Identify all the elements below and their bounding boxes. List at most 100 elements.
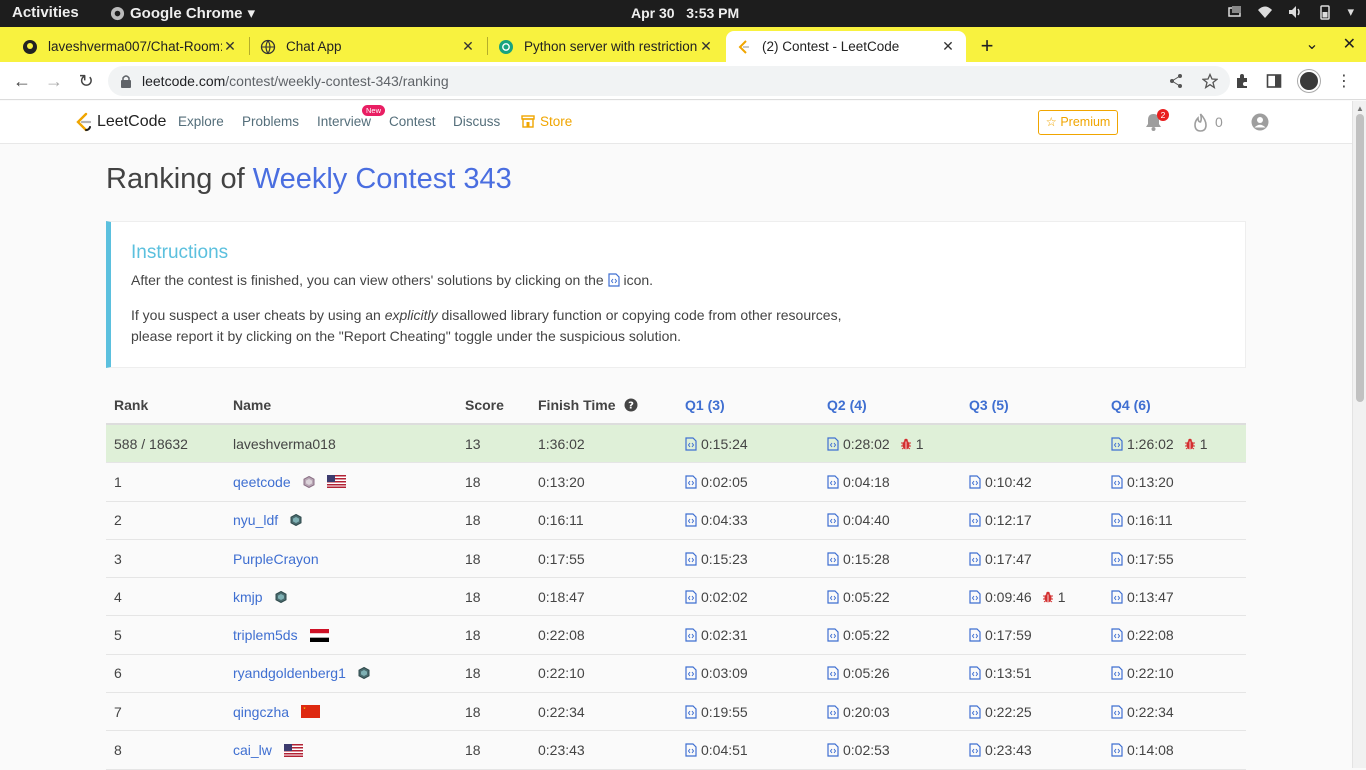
cell-q3[interactable]: 0:10:42 xyxy=(969,474,1032,490)
cell-q2[interactable]: 0:04:40 xyxy=(827,512,890,528)
scroll-thumb[interactable] xyxy=(1356,114,1364,402)
close-icon[interactable]: ✕ xyxy=(222,38,238,55)
code-file-icon[interactable] xyxy=(685,590,697,604)
cell-q2[interactable]: 0:05:26 xyxy=(827,665,890,681)
cell-q4[interactable]: 0:14:08 xyxy=(1111,742,1174,758)
cell-q1[interactable]: 0:19:55 xyxy=(685,704,748,720)
fire-icon[interactable] xyxy=(1192,113,1209,133)
tab-python-server[interactable]: Python server with restriction ✕ xyxy=(488,31,724,62)
side-panel-icon[interactable] xyxy=(1266,73,1282,89)
code-file-icon[interactable] xyxy=(1111,743,1123,757)
app-menu[interactable]: Google Chrome ▾ xyxy=(110,4,255,22)
close-icon[interactable]: ✕ xyxy=(698,38,714,55)
leetcode-logo[interactable]: LeetCode xyxy=(75,112,166,132)
code-file-icon[interactable] xyxy=(827,743,839,757)
close-icon[interactable]: ✕ xyxy=(940,38,956,55)
cell-q4[interactable]: 1:26:02 1 xyxy=(1111,436,1208,452)
forward-button[interactable]: → xyxy=(43,70,65,92)
code-file-icon[interactable] xyxy=(827,437,839,451)
cell-q1[interactable]: 0:02:02 xyxy=(685,589,748,605)
extensions-icon[interactable] xyxy=(1234,73,1250,89)
code-file-icon[interactable] xyxy=(969,743,981,757)
cell-q4[interactable]: 0:13:47 xyxy=(1111,589,1174,605)
code-file-icon[interactable] xyxy=(827,551,839,566)
cell-q1[interactable]: 0:03:09 xyxy=(685,665,748,681)
code-file-icon[interactable] xyxy=(1111,475,1123,489)
close-icon[interactable]: ✕ xyxy=(460,38,476,55)
code-file-icon[interactable] xyxy=(685,437,697,451)
code-file-icon[interactable] xyxy=(827,475,839,489)
clock[interactable]: Apr 30 3:53 PM xyxy=(631,5,739,21)
address-bar[interactable]: leetcode.com/contest/weekly-contest-343/… xyxy=(108,66,1230,96)
cell-q4[interactable]: 0:16:11 xyxy=(1111,512,1173,528)
tab-leetcode-contest[interactable]: (2) Contest - LeetCode ✕ xyxy=(726,31,966,62)
cell-q1[interactable]: 0:04:51 xyxy=(685,742,748,758)
code-file-icon[interactable] xyxy=(969,705,981,719)
contest-name-link[interactable]: Weekly Contest 343 xyxy=(253,163,512,195)
code-file-icon[interactable] xyxy=(685,551,697,566)
premium-button[interactable]: ☆ Premium xyxy=(1038,110,1118,135)
share-icon[interactable] xyxy=(1168,73,1184,89)
username-link[interactable]: nyu_ldf xyxy=(233,512,278,528)
nav-problems[interactable]: Problems xyxy=(242,114,299,129)
col-q2[interactable]: Q2 (4) xyxy=(827,397,867,413)
tab-search-icon[interactable]: ⌄ xyxy=(1305,34,1318,54)
code-file-icon[interactable] xyxy=(827,705,839,719)
code-file-icon[interactable] xyxy=(827,628,839,642)
nav-store[interactable]: Store xyxy=(521,114,572,129)
system-tray[interactable]: ▾ xyxy=(1227,4,1354,20)
cell-q3[interactable]: 0:12:17 xyxy=(969,512,1032,528)
code-file-icon[interactable] xyxy=(827,666,839,681)
activities-button[interactable]: Activities xyxy=(12,4,79,21)
code-file-icon[interactable] xyxy=(685,475,697,489)
nav-interview[interactable]: Interview xyxy=(317,114,371,129)
code-file-icon[interactable] xyxy=(969,666,981,681)
col-q3[interactable]: Q3 (5) xyxy=(969,397,1009,413)
username-link[interactable]: PurpleCrayon xyxy=(233,551,319,567)
code-file-icon[interactable] xyxy=(1111,628,1123,642)
code-file-icon[interactable] xyxy=(685,628,697,642)
code-file-icon[interactable] xyxy=(969,513,981,527)
username-link[interactable]: triplem5ds xyxy=(233,627,298,643)
code-file-icon[interactable] xyxy=(969,590,981,604)
nav-contest[interactable]: Contest xyxy=(389,114,436,129)
username-link[interactable]: cai_lw xyxy=(233,742,272,758)
cell-q3[interactable]: 0:17:59 xyxy=(969,627,1032,643)
nav-discuss[interactable]: Discuss xyxy=(453,114,500,129)
cell-q1[interactable]: 0:02:31 xyxy=(685,627,748,643)
col-q4[interactable]: Q4 (6) xyxy=(1111,397,1151,413)
cell-q4[interactable]: 0:13:20 xyxy=(1111,474,1174,490)
cell-q2[interactable]: 0:05:22 xyxy=(827,627,890,643)
cell-q4[interactable]: 0:22:10 xyxy=(1111,665,1174,681)
new-tab-button[interactable]: + xyxy=(976,33,998,59)
profile-avatar[interactable] xyxy=(1298,70,1320,92)
code-file-icon[interactable] xyxy=(827,513,839,527)
code-file-icon[interactable] xyxy=(969,628,981,642)
col-q1[interactable]: Q1 (3) xyxy=(685,397,725,413)
bookmark-star-icon[interactable] xyxy=(1202,73,1218,89)
cell-q2[interactable]: 0:15:28 xyxy=(827,551,890,567)
user-avatar-icon[interactable] xyxy=(1251,113,1269,131)
code-file-icon[interactable] xyxy=(969,475,981,489)
cell-q1[interactable]: 0:15:23 xyxy=(685,551,748,567)
code-file-icon[interactable] xyxy=(685,666,697,681)
code-file-icon[interactable] xyxy=(827,590,839,604)
username-link[interactable]: laveshverma018 xyxy=(233,436,336,452)
code-file-icon[interactable] xyxy=(1111,551,1123,566)
cell-q1[interactable]: 0:02:05 xyxy=(685,474,748,490)
help-icon[interactable]: ? xyxy=(624,398,638,412)
menu-icon[interactable]: ⋮ xyxy=(1336,71,1352,91)
username-link[interactable]: qingczha xyxy=(233,704,289,720)
code-file-icon[interactable] xyxy=(685,513,697,527)
cell-q4[interactable]: 0:22:34 xyxy=(1111,704,1174,720)
cell-q1[interactable]: 0:15:24 xyxy=(685,436,748,452)
cell-q3[interactable]: 0:17:47 xyxy=(969,551,1032,567)
code-file-icon[interactable] xyxy=(1111,513,1123,527)
cell-q2[interactable]: 0:28:02 1 xyxy=(827,436,924,452)
scroll-up-arrow[interactable]: ▲ xyxy=(1356,104,1364,113)
back-button[interactable]: ← xyxy=(11,70,33,92)
reload-button[interactable]: ↻ xyxy=(75,70,97,92)
window-close-icon[interactable]: ✕ xyxy=(1343,34,1356,54)
code-file-icon[interactable] xyxy=(1111,705,1123,719)
page-scrollbar[interactable]: ▲ xyxy=(1352,101,1366,768)
